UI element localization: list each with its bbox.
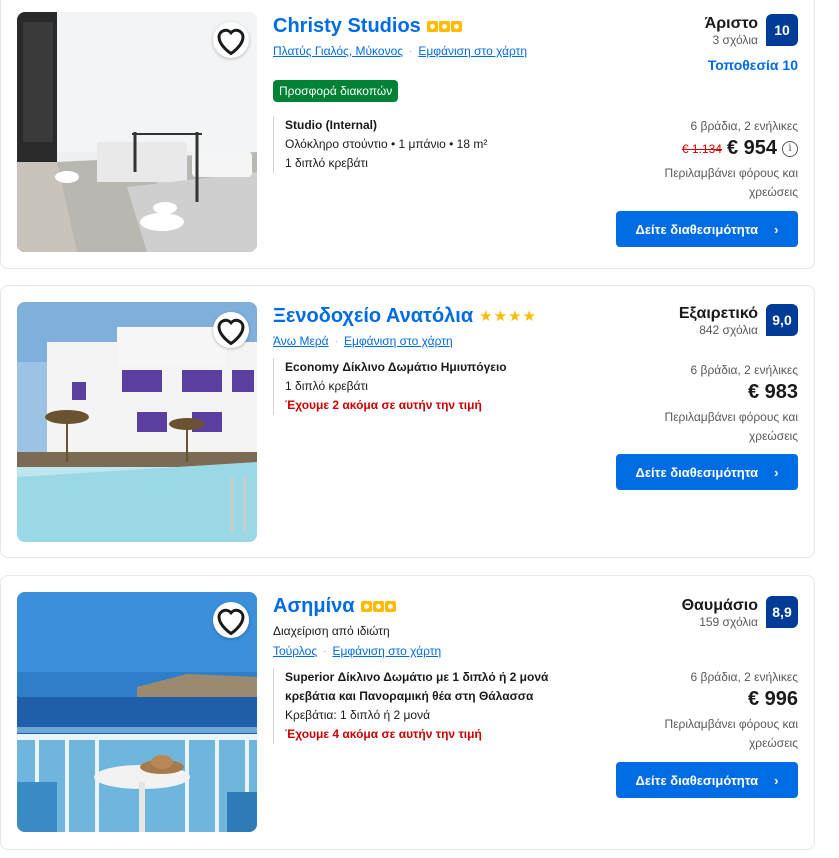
- location-link[interactable]: Άνω Μερά: [273, 334, 329, 348]
- property-card[interactable]: Christy Studios Πλατύς Γιαλός, Μύκονος ·…: [0, 0, 815, 269]
- review-score: 9,0: [766, 304, 798, 336]
- show-on-map-link[interactable]: Εμφάνιση στο χάρτη: [332, 644, 441, 658]
- show-on-map-link[interactable]: Εμφάνιση στο χάρτη: [344, 334, 453, 348]
- current-price: € 996: [747, 688, 798, 710]
- property-card[interactable]: Ξενοδοχείο Ανατόλια ★ ★ ★ ★ Άνω Μερά · Ε…: [0, 285, 815, 558]
- rating-squares: [426, 20, 462, 32]
- bed-detail: 1 διπλό κρεβάτι: [285, 379, 368, 393]
- location-link[interactable]: Τούρλος: [273, 644, 317, 658]
- star-icon: ★: [508, 307, 522, 325]
- star-icon: ★: [493, 307, 508, 325]
- review-score: 10: [766, 14, 798, 46]
- room-details: Superior Δίκλινο Δωμάτιο με 1 διπλό ή 2 …: [273, 668, 593, 744]
- heart-icon: [217, 28, 245, 56]
- property-info: Ασημίνα Διαχείριση από ιδιώτη Τούρλος · …: [273, 592, 593, 744]
- property-info: Ξενοδοχείο Ανατόλια ★ ★ ★ ★ Άνω Μερά · Ε…: [273, 302, 593, 415]
- bed-detail: 1 διπλό κρεβάτι: [285, 156, 368, 170]
- price-block: 6 βράδια, 2 ενήλικες € 996 Περιλαμβάνει …: [558, 670, 798, 753]
- rating-square-icon: [450, 20, 462, 32]
- managed-by: Διαχείριση από ιδιώτη: [273, 624, 390, 638]
- stay-summary: 6 βράδια, 2 ενήλικες: [690, 119, 798, 133]
- review-block[interactable]: Άριστο 3 σχόλια 10 Τοποθεσία 10: [568, 14, 798, 73]
- price-block: 6 βράδια, 2 ενήλικες € 983 Περιλαμβάνει …: [558, 363, 798, 446]
- property-name[interactable]: Ξενοδοχείο Ανατόλια: [273, 305, 473, 328]
- property-name[interactable]: Christy Studios: [273, 15, 421, 38]
- chevron-right-icon: ›: [774, 772, 779, 788]
- rating-square-icon: [426, 20, 438, 32]
- taxes-line: Περιλαμβάνει φόρους και: [664, 410, 798, 424]
- taxes-line: χρεώσεις: [748, 185, 798, 199]
- property-photo[interactable]: [17, 592, 257, 832]
- heart-icon: [217, 608, 245, 636]
- price-block: 6 βράδια, 2 ενήλικες € 1.134 € 954 i Περ…: [558, 119, 798, 202]
- original-price: € 1.134: [681, 141, 722, 156]
- button-label: Δείτε διαθεσιμότητα: [635, 772, 759, 788]
- room-name: κρεβάτια και Πανοραμική θέα στη Θάλασσα: [285, 689, 534, 703]
- chevron-right-icon: ›: [774, 464, 779, 480]
- see-availability-button[interactable]: Δείτε διαθεσιμότητα ›: [616, 211, 798, 247]
- property-photo[interactable]: [17, 302, 257, 542]
- availability-warning: Έχουμε 2 ακόμα σε αυτήν την τιμή: [285, 398, 482, 412]
- info-icon[interactable]: i: [782, 140, 798, 157]
- room-name: Superior Δίκλινο Δωμάτιο με 1 διπλό ή 2 …: [285, 670, 549, 684]
- star-icon: ★: [522, 307, 536, 325]
- separator-dot: ·: [409, 45, 413, 57]
- see-availability-button[interactable]: Δείτε διαθεσιμότητα ›: [616, 762, 798, 798]
- review-word: Εξαιρετικό: [678, 305, 758, 322]
- rating-square-icon: [438, 20, 450, 32]
- bed-detail: Κρεβάτια: 1 διπλό ή 2 μονά: [285, 708, 431, 722]
- review-count: 3 σχόλια: [712, 33, 758, 47]
- wishlist-heart-button[interactable]: [213, 22, 249, 58]
- room-detail: Ολόκληρο στούντιο • 1 μπάνιο • 18 m²: [285, 137, 488, 151]
- rating-square-icon: [360, 600, 372, 612]
- rating-stars: ★ ★ ★ ★: [479, 309, 536, 324]
- rating-squares: [360, 600, 396, 612]
- review-score: 8,9: [766, 596, 798, 628]
- room-details: Studio (Internal) Ολόκληρο στούντιο • 1 …: [273, 116, 593, 173]
- taxes-note: Περιλαμβάνει φόρους και χρεώσεις: [558, 715, 798, 753]
- see-availability-button[interactable]: Δείτε διαθεσιμότητα ›: [616, 454, 798, 490]
- show-on-map-link[interactable]: Εμφάνιση στο χάρτη: [418, 44, 527, 58]
- location-score: Τοποθεσία 10: [707, 57, 798, 73]
- room-details: Economy Δίκλινο Δωμάτιο Ημιυπόγειο 1 διπ…: [273, 358, 593, 415]
- location-link[interactable]: Πλατύς Γιαλός, Μύκονος: [273, 44, 403, 58]
- taxes-line: Περιλαμβάνει φόρους και: [664, 717, 798, 731]
- property-name[interactable]: Ασημίνα: [273, 595, 355, 618]
- rating-square-icon: [384, 600, 396, 612]
- stay-summary: 6 βράδια, 2 ενήλικες: [690, 670, 798, 684]
- separator-dot: ·: [334, 335, 338, 347]
- review-block[interactable]: Εξαιρετικό 842 σχόλια 9,0: [568, 304, 798, 338]
- button-label: Δείτε διαθεσιμότητα: [635, 221, 759, 237]
- button-label: Δείτε διαθεσιμότητα: [635, 464, 759, 480]
- current-price: € 983: [747, 381, 798, 403]
- deal-badge: Προσφορά διακοπών: [273, 80, 399, 102]
- taxes-note: Περιλαμβάνει φόρους και χρεώσεις: [558, 408, 798, 446]
- rating-square-icon: [372, 600, 384, 612]
- property-photo[interactable]: [17, 12, 257, 252]
- taxes-note: Περιλαμβάνει φόρους και χρεώσεις: [558, 164, 798, 202]
- taxes-line: χρεώσεις: [748, 429, 798, 443]
- wishlist-heart-button[interactable]: [213, 312, 249, 348]
- review-count: 842 σχόλια: [699, 323, 758, 337]
- stay-summary: 6 βράδια, 2 ενήλικες: [690, 363, 798, 377]
- taxes-line: Περιλαμβάνει φόρους και: [664, 166, 798, 180]
- wishlist-heart-button[interactable]: [213, 602, 249, 638]
- availability-warning: Έχουμε 4 ακόμα σε αυτήν την τιμή: [285, 727, 482, 741]
- star-icon: ★: [479, 307, 493, 325]
- review-word: Θαυμάσιο: [681, 597, 758, 614]
- heart-icon: [217, 318, 245, 346]
- room-name: Studio (Internal): [285, 118, 377, 132]
- review-block[interactable]: Θαυμάσιο 159 σχόλια 8,9: [568, 596, 798, 630]
- room-name: Economy Δίκλινο Δωμάτιο Ημιυπόγειο: [285, 360, 507, 374]
- review-word: Άριστο: [704, 15, 758, 32]
- chevron-right-icon: ›: [774, 221, 779, 237]
- review-count: 159 σχόλια: [699, 615, 758, 629]
- property-card[interactable]: Ασημίνα Διαχείριση από ιδιώτη Τούρλος · …: [0, 575, 815, 850]
- current-price: € 954: [726, 137, 777, 159]
- property-info: Christy Studios Πλατύς Γιαλός, Μύκονος ·…: [273, 12, 593, 173]
- separator-dot: ·: [323, 645, 327, 657]
- taxes-line: χρεώσεις: [748, 736, 798, 750]
